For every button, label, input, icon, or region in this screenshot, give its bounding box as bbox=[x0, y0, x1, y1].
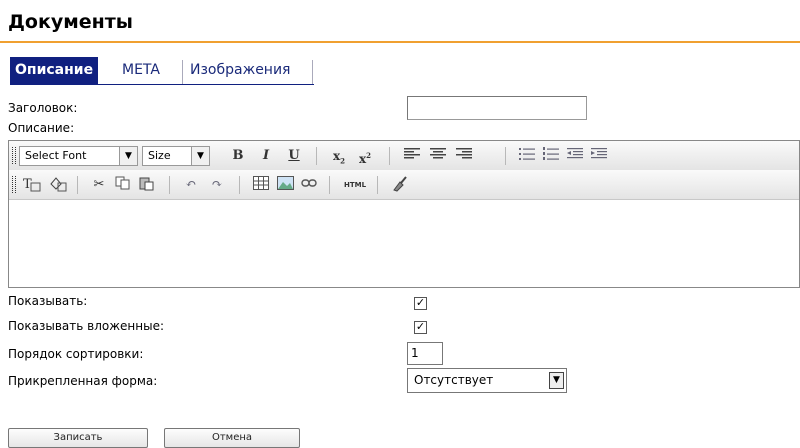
italic-icon[interactable]: I bbox=[257, 147, 275, 165]
underline-icon[interactable]: U bbox=[285, 147, 303, 165]
attached-form-value: Отсутствует bbox=[414, 373, 494, 387]
size-select-label: Size bbox=[148, 149, 171, 162]
indent-icon[interactable] bbox=[589, 147, 609, 165]
toolbar-separator bbox=[377, 176, 378, 194]
clean-format-icon[interactable] bbox=[389, 176, 409, 194]
editor-toolbar-1: Select Font ▼ Size ▼ B I U x2 x2 bbox=[9, 141, 799, 171]
sort-order-label: Порядок сортировки: bbox=[8, 347, 144, 361]
text-color-icon[interactable]: T bbox=[21, 176, 43, 194]
copy-icon[interactable] bbox=[113, 176, 133, 194]
toolbar-separator bbox=[329, 176, 330, 194]
page-title: Документы bbox=[8, 11, 133, 33]
chevron-down-icon: ▼ bbox=[191, 147, 209, 165]
bold-icon[interactable]: B bbox=[229, 147, 247, 165]
tab-images[interactable]: Изображения bbox=[186, 57, 294, 84]
font-select-label: Select Font bbox=[25, 149, 87, 162]
show-nested-checkbox[interactable]: ✓ bbox=[414, 321, 427, 334]
tab-separator bbox=[182, 60, 183, 84]
toolbar-separator bbox=[316, 147, 317, 165]
align-left-icon[interactable] bbox=[402, 147, 422, 165]
background-color-icon[interactable] bbox=[47, 176, 69, 194]
numbered-list-icon[interactable] bbox=[541, 147, 561, 165]
chevron-down-icon: ▼ bbox=[119, 147, 137, 165]
superscript-icon[interactable]: x2 bbox=[355, 147, 375, 166]
link-icon[interactable] bbox=[299, 176, 319, 194]
table-icon[interactable] bbox=[251, 176, 271, 194]
editor-content-area[interactable] bbox=[9, 200, 799, 287]
chevron-down-icon: ▼ bbox=[549, 372, 564, 389]
show-label: Показывать: bbox=[8, 294, 88, 308]
toolbar-grip-icon bbox=[12, 147, 16, 164]
redo-icon[interactable]: ↷ bbox=[207, 176, 227, 194]
show-checkbox[interactable]: ✓ bbox=[414, 297, 427, 310]
undo-icon[interactable]: ↶ bbox=[181, 176, 201, 194]
tab-underline bbox=[10, 84, 314, 85]
tab-description[interactable]: Описание bbox=[10, 57, 99, 84]
bullet-list-icon[interactable] bbox=[517, 147, 537, 165]
cancel-button[interactable]: Отмена bbox=[164, 428, 300, 448]
subscript-icon[interactable]: x2 bbox=[329, 147, 349, 165]
toolbar-separator bbox=[239, 176, 240, 194]
tab-meta[interactable]: META bbox=[118, 57, 164, 84]
toolbar-separator bbox=[389, 147, 390, 165]
font-select[interactable]: Select Font ▼ bbox=[19, 146, 138, 166]
toolbar-separator bbox=[505, 147, 506, 165]
save-button[interactable]: Записать bbox=[8, 428, 148, 448]
cut-icon[interactable]: ✂ bbox=[89, 176, 109, 194]
paste-icon[interactable] bbox=[137, 176, 157, 194]
html-source-icon[interactable]: HTML bbox=[341, 176, 369, 194]
toolbar-separator bbox=[77, 176, 78, 194]
attached-form-label: Прикрепленная форма: bbox=[8, 374, 158, 388]
align-center-icon[interactable] bbox=[428, 147, 448, 165]
page-header: Документы bbox=[0, 0, 800, 43]
toolbar-grip-icon bbox=[12, 176, 16, 193]
title-input[interactable] bbox=[407, 96, 587, 120]
align-right-icon[interactable] bbox=[454, 147, 474, 165]
title-label: Заголовок: bbox=[8, 101, 78, 115]
toolbar-separator bbox=[169, 176, 170, 194]
size-select[interactable]: Size ▼ bbox=[142, 146, 210, 166]
outdent-icon[interactable] bbox=[565, 147, 585, 165]
show-nested-label: Показывать вложенные: bbox=[8, 319, 164, 333]
description-label: Описание: bbox=[8, 121, 75, 135]
sort-order-input[interactable]: 1 bbox=[407, 342, 443, 365]
editor-toolbar-2: T ✂ ↶ ↷ HTML bbox=[9, 170, 799, 200]
rich-text-editor: Select Font ▼ Size ▼ B I U x2 x2 T ✂ ↶ ↷… bbox=[8, 140, 800, 288]
tab-separator bbox=[312, 60, 313, 84]
attached-form-select[interactable]: Отсутствует ▼ bbox=[407, 368, 567, 393]
image-icon[interactable] bbox=[275, 176, 295, 194]
